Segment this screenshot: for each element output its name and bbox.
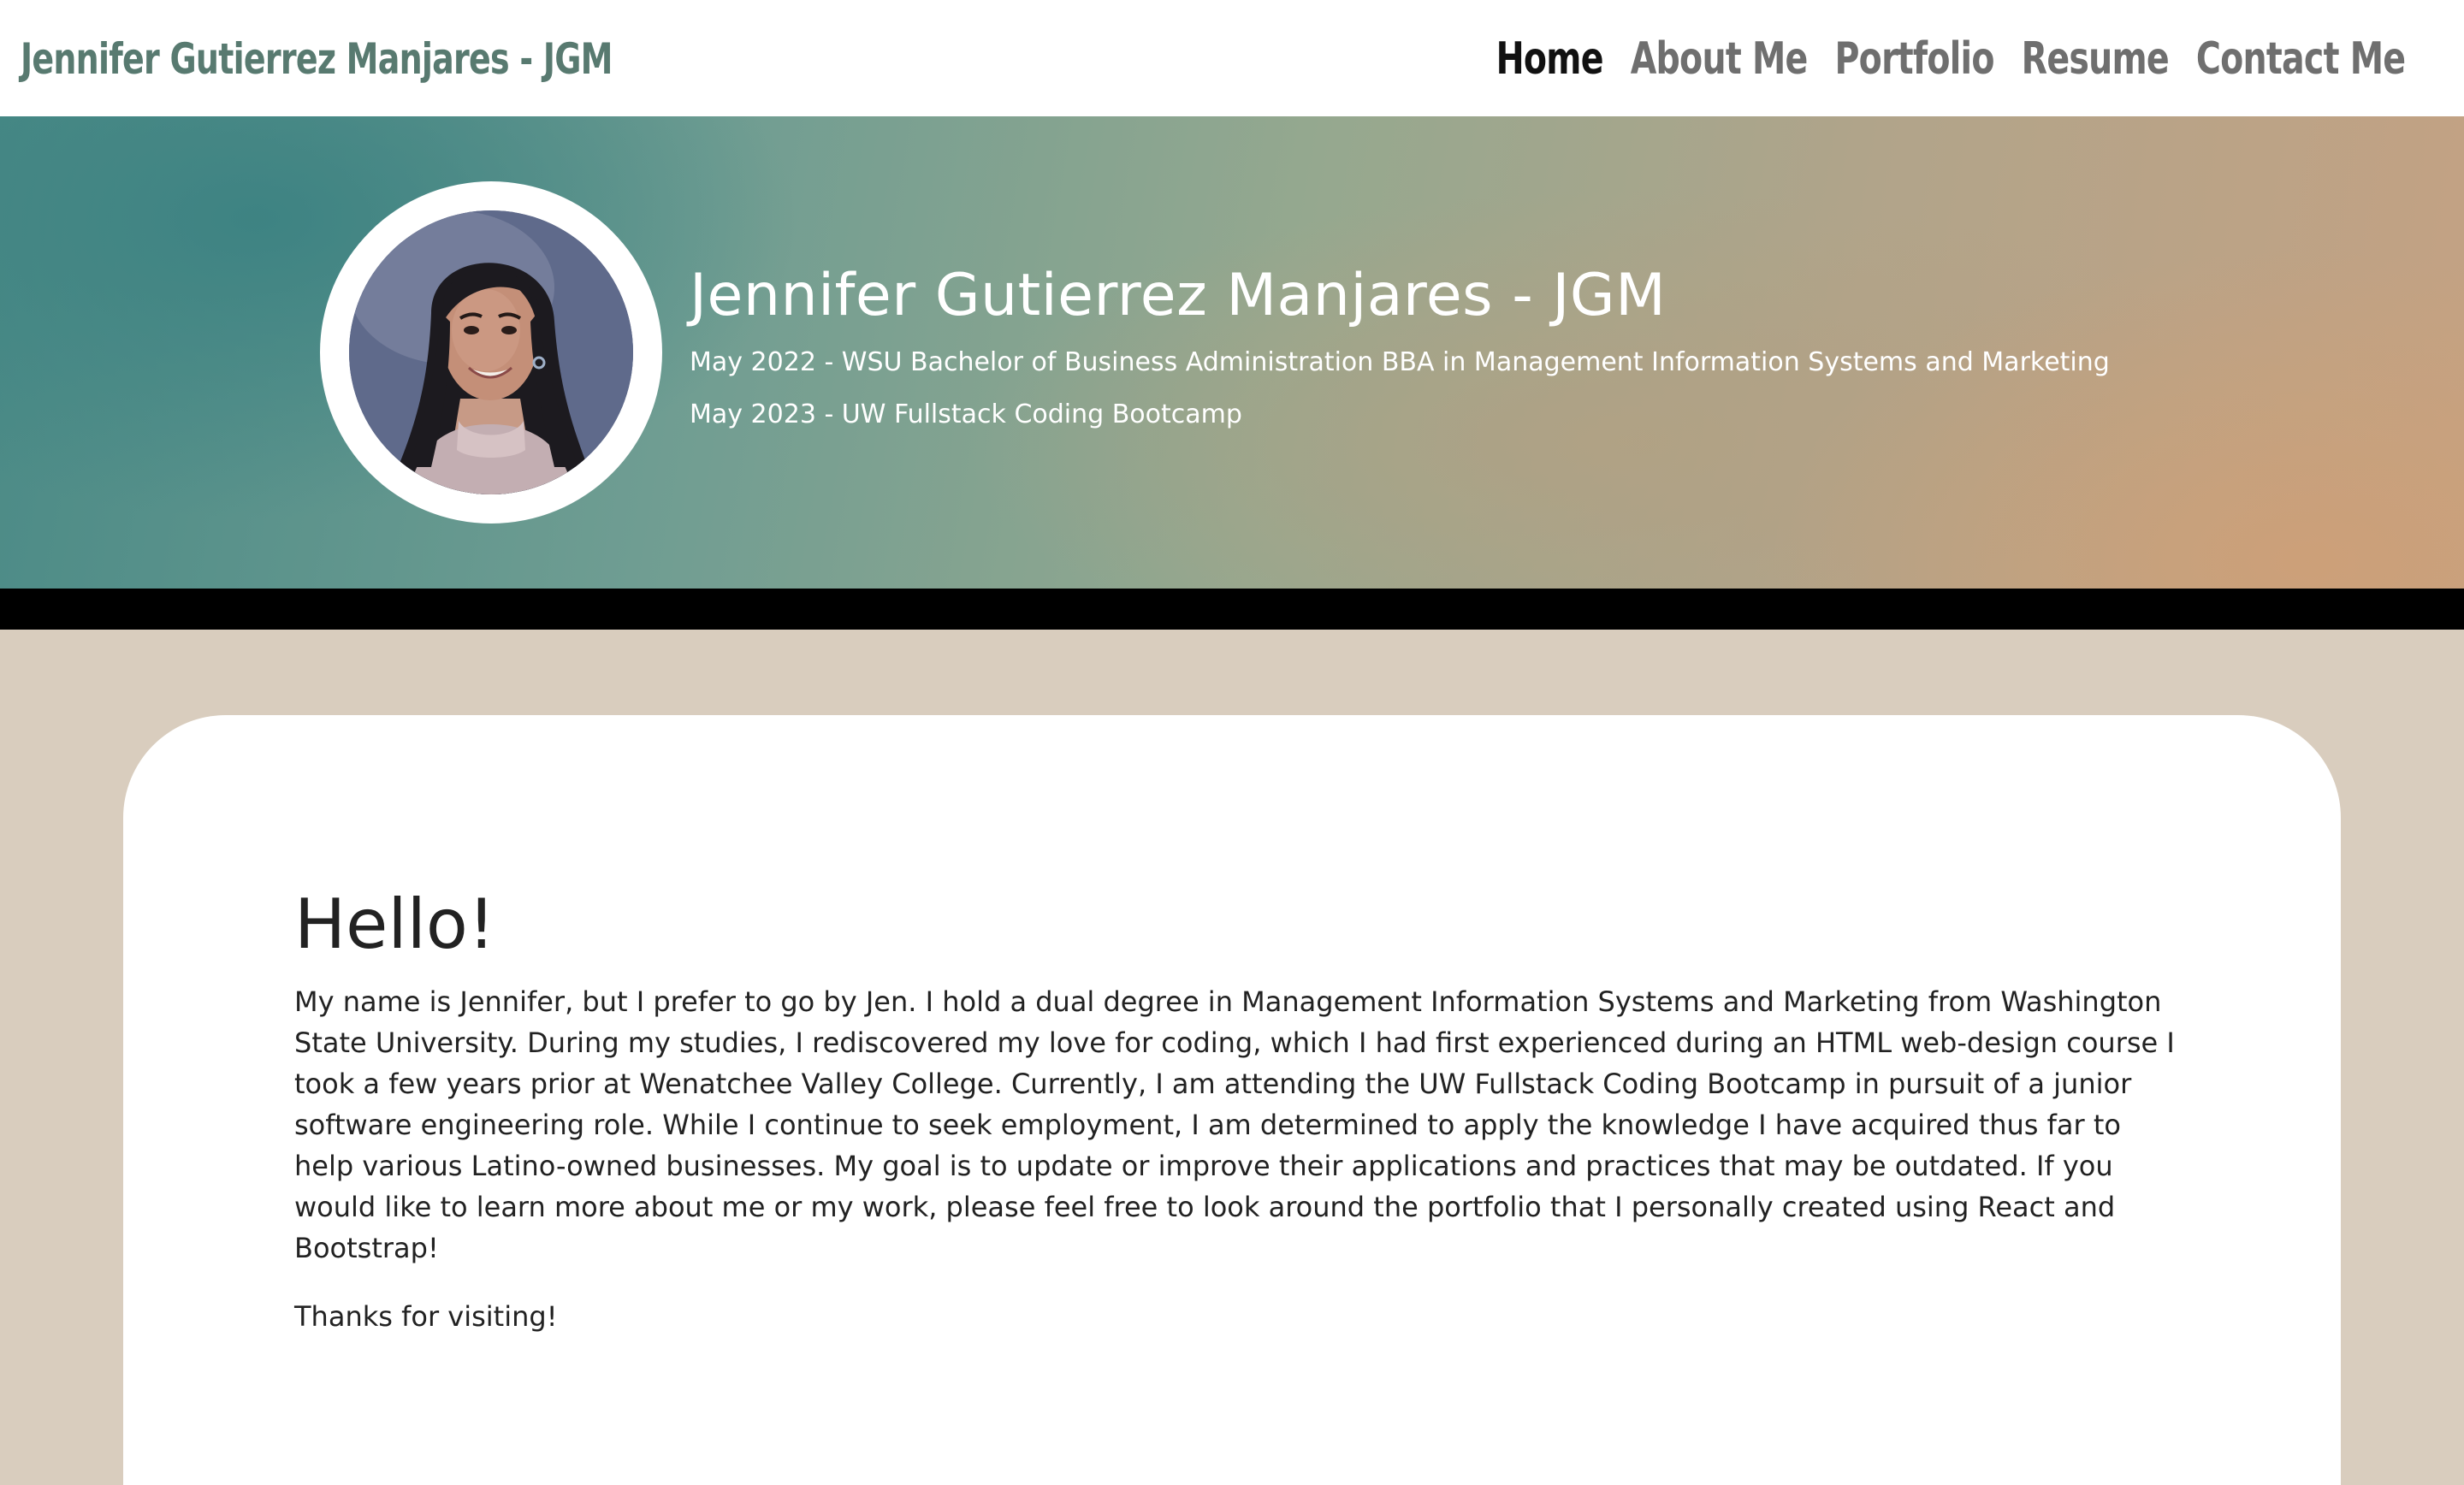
- thanks-text: Thanks for visiting!: [294, 1300, 558, 1333]
- intro-heading: Hello!: [294, 884, 495, 964]
- brand-link[interactable]: Jennifer Gutierrez Manjares - JGM: [21, 29, 613, 89]
- hero-title: Jennifer Gutierrez Manjares - JGM: [690, 262, 1667, 329]
- nav-link-resume[interactable]: Resume: [2021, 29, 2169, 89]
- nav-link-home[interactable]: Home: [1496, 29, 1603, 89]
- profile-photo: [349, 210, 633, 494]
- hero-divider-bar: [0, 589, 2464, 630]
- nav-link-portfolio[interactable]: Portfolio: [1834, 29, 1994, 89]
- nav-link-contact-me[interactable]: Contact Me: [2196, 29, 2406, 89]
- intro-paragraph: My name is Jennifer, but I prefer to go …: [294, 985, 2175, 1264]
- hero-education-line: May 2022 - WSU Bachelor of Business Admi…: [690, 347, 2110, 377]
- portrait-illustration: [349, 210, 633, 494]
- top-navbar: Jennifer Gutierrez Manjares - JGM Home A…: [0, 0, 2464, 116]
- hero-bootcamp-line: May 2023 - UW Fullstack Coding Bootcamp: [690, 399, 1242, 429]
- nav-link-about-me[interactable]: About Me: [1630, 29, 1808, 89]
- nav-links: Home About Me Portfolio Resume Contact M…: [1468, 29, 2406, 89]
